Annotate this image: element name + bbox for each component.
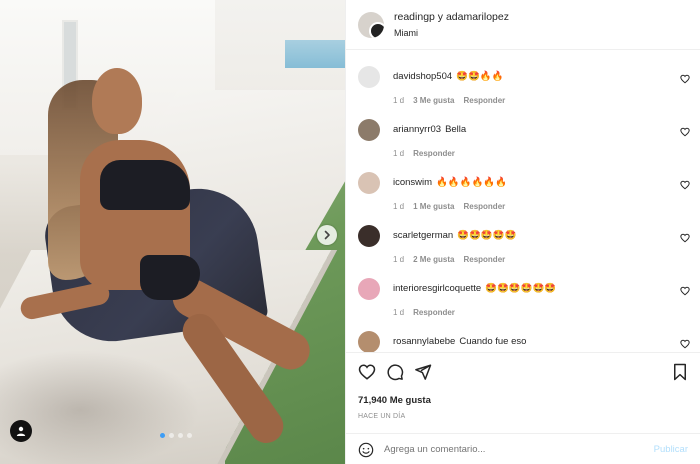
carousel-dot [169,433,174,438]
comment-input[interactable] [384,444,614,455]
comment-like-heart-icon[interactable] [680,339,690,349]
carousel-dot [160,433,165,438]
comment-username[interactable]: iconswim [393,177,432,188]
comment-body: iconswim 🔥🔥🔥🔥🔥🔥 [393,177,507,188]
photo-pool [285,40,345,68]
comment-username[interactable]: ariannyrr03 [393,124,441,135]
comment-body: davidshop504 🤩🤩🔥🔥 [393,71,504,82]
comment-text: 🔥🔥🔥🔥🔥🔥 [436,177,508,188]
carousel-dot [187,433,192,438]
comment-avatar[interactable] [358,331,380,352]
comment-age: 1 d [393,149,405,158]
carousel-indicator [160,433,192,438]
comment-age: 1 d [393,202,405,211]
photo-figure-head [92,68,142,134]
coauthor-avatar [369,21,384,38]
comment-item: davidshop504 🤩🤩🔥🔥 1 d 3 Me gusta Responder [346,66,700,118]
comment-likes[interactable]: 1 Me gusta [413,202,454,211]
comment-body: interioresgirlcoquette 🤩🤩🤩🤩🤩🤩 [393,283,556,294]
bookmark-icon [674,363,686,381]
share-button[interactable] [414,363,432,381]
comment-text: Bella [445,124,467,135]
comment-avatar[interactable] [358,225,380,247]
comment-like-heart-icon[interactable] [680,180,690,190]
comment-item: interioresgirlcoquette 🤩🤩🤩🤩🤩🤩 1 d Responder [346,278,700,330]
comment-meta: 1 d 2 Me gusta Responder [393,255,514,264]
comment-item: iconswim 🔥🔥🔥🔥🔥🔥 1 d 1 Me gusta Responder [346,172,700,224]
reply-button[interactable]: Responder [463,202,505,211]
post-media[interactable] [0,0,345,464]
comment-avatar[interactable] [358,278,380,300]
post-time[interactable]: HACE UN DÍA [358,413,405,420]
send-icon [415,364,432,380]
comment-likes[interactable]: 2 Me gusta [413,255,454,264]
emoji-icon [358,442,374,457]
comment-like-heart-icon[interactable] [680,127,690,137]
comments-list[interactable]: davidshop504 🤩🤩🔥🔥 1 d3 Me gusta Responder ar… [346,50,700,352]
author-avatar[interactable] [358,11,384,38]
post-authors[interactable]: readingp y adamarilopez [394,10,509,24]
comment-avatar[interactable] [358,119,380,141]
comment-body: rosannylabebe Cuando fue eso [393,336,526,347]
comment-like-heart-icon[interactable] [680,286,690,296]
save-button[interactable] [672,363,688,381]
comment-text: Cuando fue eso [459,336,527,347]
comment-button[interactable] [386,363,404,381]
comment-age: 1 d [393,308,405,317]
photo-shadow [0,350,200,464]
comment-like-heart-icon[interactable] [680,233,690,243]
publish-button[interactable]: Publicar [654,444,688,455]
add-comment-bar: Publicar [346,433,700,464]
comment-like-heart-icon[interactable] [680,74,690,84]
carousel-next-button[interactable] [317,225,337,245]
comment-text: 🤩🤩🤩🤩🤩 [457,230,517,241]
comment-item: scarletgerman 🤩🤩🤩🤩🤩 1 d 2 Me gusta Responder [346,225,700,277]
comment-username[interactable]: rosannylabebe [393,336,455,347]
post-header: readingp y adamarilopez Miami [346,0,700,50]
reply-button[interactable]: Responder [413,308,455,317]
reply-button[interactable]: Responder [463,96,505,105]
user-icon [16,426,26,436]
comment-username[interactable]: interioresgirlcoquette [393,283,481,294]
comment-username[interactable]: davidshop504 [393,71,452,82]
emoji-button[interactable] [358,442,374,458]
comment-body: ariannyrr03 Bella [393,124,466,135]
like-button[interactable] [358,363,376,381]
likes-count[interactable]: 71,940 Me gusta [358,395,431,406]
comment-meta: 1 d 1 Me gusta Responder [393,202,514,211]
comment-avatar[interactable] [358,172,380,194]
post-actions: 71,940 Me gusta HACE UN DÍA Publicar [346,352,700,464]
post-panel: readingp y adamarilopez Miami davidshop5… [345,0,700,464]
comment-meta: 1 d Responder [393,308,464,317]
comment-username[interactable]: scarletgerman [393,230,453,241]
comment-avatar[interactable] [358,66,380,88]
comment-body: scarletgerman 🤩🤩🤩🤩🤩 [393,230,516,241]
carousel-dot [178,433,183,438]
chevron-right-icon [324,230,330,240]
comment-meta: 1 d Responder [393,149,464,158]
photo-figure-top [100,160,190,210]
post-location[interactable]: Miami [394,26,509,40]
reply-button[interactable]: Responder [463,255,505,264]
comment-meta: 1 d 3 Me gusta Responder [393,96,514,105]
heart-icon [358,364,376,380]
comment-age: 1 d [393,96,405,105]
comment-text: 🤩🤩🤩🤩🤩🤩 [485,283,557,294]
comment-item: ariannyrr03 Bella 1 d Responder [346,119,700,171]
comment-age: 1 d [393,255,405,264]
tagged-users-button[interactable] [10,420,32,442]
reply-button[interactable]: Responder [413,149,455,158]
comment-item: rosannylabebe Cuando fue eso [346,331,700,352]
comment-likes[interactable]: 3 Me gusta [413,96,454,105]
comment-icon [387,364,404,381]
comment-text: 🤩🤩🔥🔥 [456,71,504,82]
